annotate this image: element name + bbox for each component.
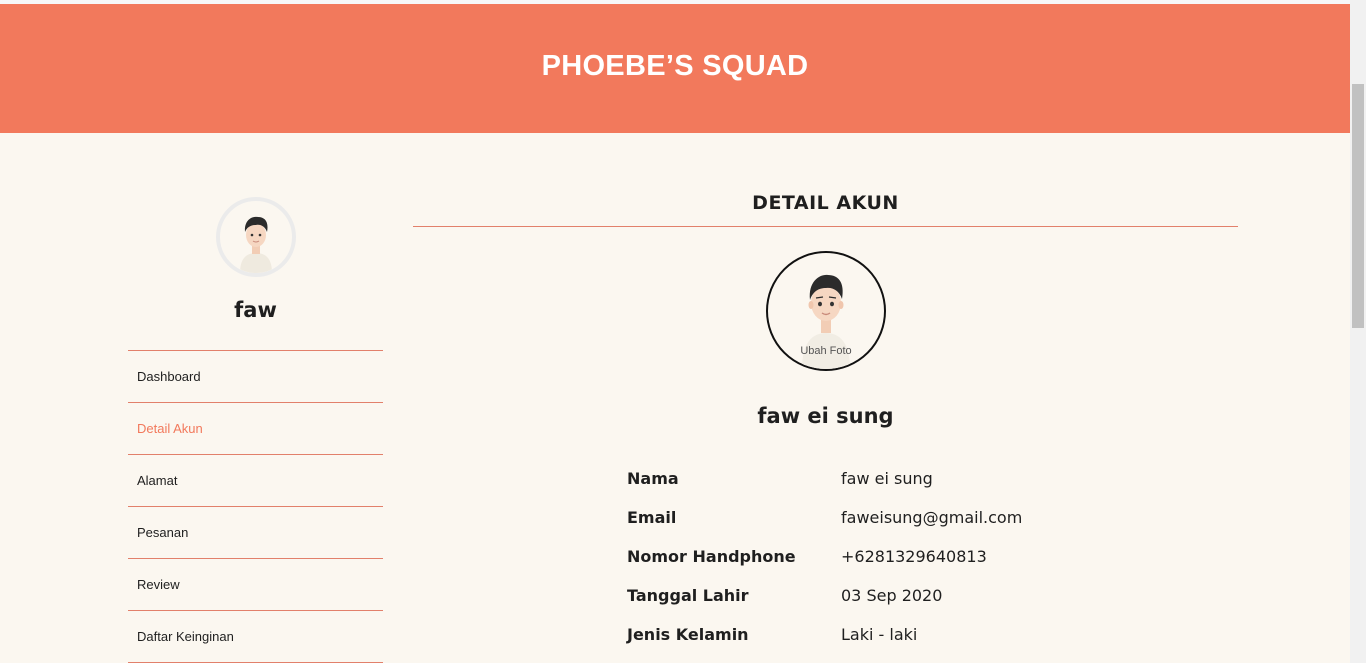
detail-value: Laki - laki [841,625,918,644]
detail-row-email: Email faweisung@gmail.com [627,498,1127,537]
page: PHOEBE’S SQUAD faw Dashboard Detail Akun… [0,0,1366,663]
detail-label: Email [627,508,677,527]
detail-label: Tanggal Lahir [627,586,749,605]
detail-label: Jenis Kelamin [627,625,749,644]
detail-value: 03 Sep 2020 [841,586,943,605]
profile-name: faw ei sung [757,404,894,428]
site-header: PHOEBE’S SQUAD [0,4,1350,133]
detail-row-nama: Nama faw ei sung [627,459,1127,498]
sidebar-item-dashboard[interactable]: Dashboard [128,351,383,403]
sidebar-avatar [216,197,296,277]
detail-value: +6281329640813 [841,547,987,566]
account-menu: Dashboard Detail Akun Alamat Pesanan Rev… [128,350,383,663]
section-divider [413,226,1238,227]
user-avatar-icon [240,216,272,273]
page-scrollbar[interactable] [1350,0,1366,663]
detail-label: Nama [627,469,679,488]
sidebar-item-daftar-keinginan[interactable]: Daftar Keinginan [128,611,383,663]
detail-row-birthdate: Tanggal Lahir 03 Sep 2020 [627,576,1127,615]
detail-value: faw ei sung [841,469,933,488]
detail-row-phone: Nomor Handphone +6281329640813 [627,537,1127,576]
profile-photo-button[interactable]: Ubah Foto [766,251,886,371]
sidebar-item-detail-akun[interactable]: Detail Akun [128,403,383,455]
section-title: DETAIL AKUN [752,192,899,214]
detail-label: Nomor Handphone [627,547,796,566]
account-details: Nama faw ei sung Email faweisung@gmail.c… [627,459,1127,654]
detail-row-gender: Jenis Kelamin Laki - laki [627,615,1127,654]
detail-value: faweisung@gmail.com [841,508,1023,527]
sidebar-item-alamat[interactable]: Alamat [128,455,383,507]
sidebar-username: faw [234,298,277,322]
scrollbar-thumb[interactable] [1352,84,1364,328]
sidebar-item-pesanan[interactable]: Pesanan [128,507,383,559]
sidebar-item-review[interactable]: Review [128,559,383,611]
brand-title[interactable]: PHOEBE’S SQUAD [542,50,809,83]
change-photo-label[interactable]: Ubah Foto [768,345,884,357]
